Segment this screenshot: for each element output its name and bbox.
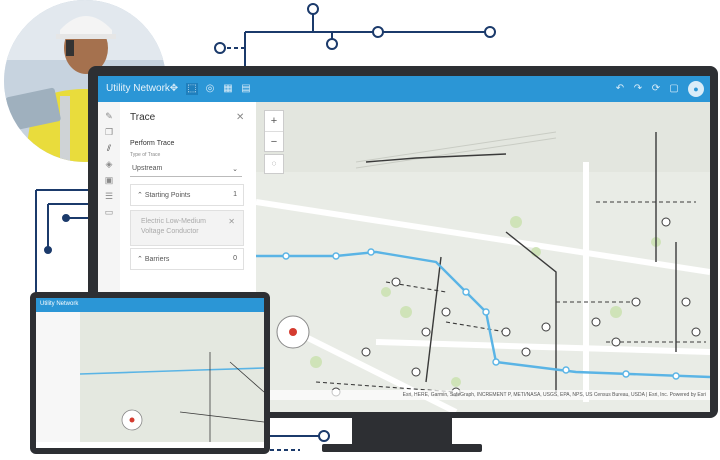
table-icon[interactable]: ▣ xyxy=(103,174,115,186)
zoom-control: + − xyxy=(264,110,284,152)
starting-points-count: 1 xyxy=(233,191,237,198)
starting-points-label: ⌃ Starting Points xyxy=(137,192,191,199)
copy-icon[interactable]: ❐ xyxy=(103,126,115,138)
user-avatar[interactable]: ● xyxy=(688,81,704,97)
attribution-text: Esri, HERE, Garmin, SafeGraph, INCREMENT… xyxy=(402,392,706,398)
delete-icon[interactable]: ▤ xyxy=(240,83,252,95)
laptop-app-header: Utility Network xyxy=(36,298,264,312)
barriers-count: 0 xyxy=(233,255,237,262)
map-canvas xyxy=(256,102,710,412)
laptop-map xyxy=(80,312,264,442)
starting-point-entry-text: Electric Low-Medium Voltage Conductor xyxy=(141,218,206,235)
trace-tool-icon[interactable]: ⫽ xyxy=(103,142,115,154)
zoom-out-button[interactable]: − xyxy=(265,132,283,152)
bookmark-icon[interactable]: ▭ xyxy=(103,206,115,218)
starting-points-header[interactable]: ⌃ Starting Points 1 xyxy=(130,184,244,206)
zoom-in-button[interactable]: + xyxy=(265,111,283,132)
layers-icon[interactable]: ◈ xyxy=(103,158,115,170)
map-attribution: Esri, HERE, Garmin, SafeGraph, INCREMENT… xyxy=(256,390,710,400)
trace-type-label: Type of Trace xyxy=(130,152,161,158)
laptop-status-bar xyxy=(36,442,264,448)
edit-icon[interactable]: ✎ xyxy=(103,110,115,122)
barriers-label: ⌃ Barriers xyxy=(137,256,170,263)
barriers-header[interactable]: ⌃ Barriers 0 xyxy=(130,248,244,270)
monitor-stand xyxy=(352,416,452,446)
grid-icon[interactable]: ▦ xyxy=(222,83,234,95)
filter-icon[interactable]: ☰ xyxy=(103,190,115,202)
starting-point-entry[interactable]: Electric Low-Medium Voltage Conductor ✕ xyxy=(130,210,244,246)
select-icon[interactable]: ⬚ xyxy=(186,83,198,95)
remove-icon[interactable]: ✕ xyxy=(228,217,235,226)
laptop-side-panel xyxy=(36,312,80,448)
trace-type-value: Upstream xyxy=(132,165,163,172)
help-icon[interactable]: ▢ xyxy=(668,83,680,95)
starting-points-text: Starting Points xyxy=(144,192,191,199)
close-icon[interactable]: ✕ xyxy=(236,112,244,123)
map-view[interactable]: + − ◌ Esri, HERE, Garmin, SafeGraph, INC… xyxy=(256,102,710,412)
app-header: Utility Network ✥ ⬚ ◎ ▦ ▤ ↶ ↷ ⟳ ▢ ● xyxy=(98,76,710,102)
chevron-down-icon: ⌄ xyxy=(232,166,238,173)
perform-trace-label: Perform Trace xyxy=(130,140,175,147)
trace-icon[interactable]: ◎ xyxy=(204,83,216,95)
app-title: Utility Network xyxy=(106,83,170,94)
barriers-text: Barriers xyxy=(144,256,170,263)
laptop-screen: Utility Network xyxy=(36,298,264,448)
panel-title: Trace xyxy=(130,112,156,123)
refresh-icon[interactable]: ⟳ xyxy=(650,83,662,95)
undo-icon[interactable]: ↶ xyxy=(614,83,626,95)
redo-icon[interactable]: ↷ xyxy=(632,83,644,95)
compass-button[interactable]: ◌ xyxy=(264,154,284,174)
laptop-app-title: Utility Network xyxy=(40,301,79,307)
move-icon[interactable]: ✥ xyxy=(168,83,180,95)
trace-type-select[interactable]: Upstream ⌄ xyxy=(130,162,242,177)
monitor-stand-base xyxy=(322,444,482,452)
